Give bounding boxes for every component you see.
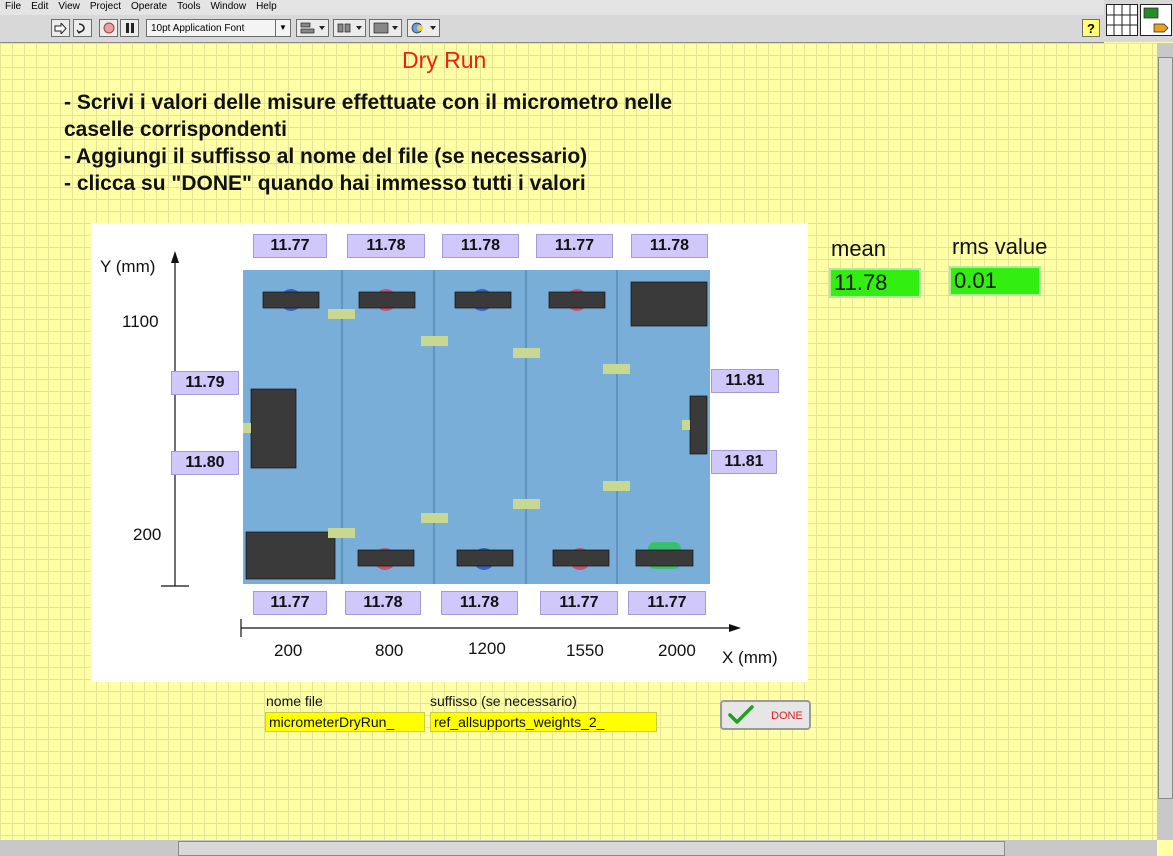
page-title: Dry Run (402, 47, 487, 73)
measure-bottom-4[interactable]: 11.77 (540, 591, 618, 615)
y-tick-200: 200 (133, 525, 162, 544)
resize-objects-icon[interactable] (369, 19, 402, 37)
measure-top-3[interactable]: 11.78 (442, 234, 519, 258)
instruction-line-1: - Scrivi i valori delle misure effettuat… (64, 91, 673, 114)
measure-top-2[interactable]: 11.78 (347, 234, 425, 258)
x-tick-2000: 2000 (658, 641, 696, 660)
connector-pane-icon[interactable] (1106, 4, 1138, 36)
measure-top-1[interactable]: 11.77 (253, 234, 327, 258)
measure-bottom-5[interactable]: 11.77 (628, 591, 706, 615)
vi-icon[interactable] (1140, 4, 1172, 36)
measure-bottom-3[interactable]: 11.78 (441, 591, 518, 615)
x-axis-label: X (mm) (722, 648, 778, 667)
run-arrow-icon[interactable] (51, 19, 70, 37)
instruction-line-3: - Aggiungi il suffisso al nome del file … (64, 145, 588, 168)
vertical-scroll-thumb[interactable] (1158, 57, 1173, 799)
reorder-icon[interactable] (407, 19, 440, 37)
done-button-label: DONE (771, 710, 803, 722)
distribute-objects-icon[interactable] (333, 19, 366, 37)
pause-icon[interactable] (120, 19, 139, 37)
abort-icon[interactable] (99, 19, 118, 37)
done-button[interactable]: DONE (720, 700, 811, 730)
mean-label: mean (831, 236, 887, 261)
measure-right-2[interactable]: 11.81 (711, 450, 777, 474)
instruction-line-4: - clicca su "DONE" quando hai immesso tu… (64, 172, 586, 195)
horizontal-scrollbar[interactable] (0, 840, 1157, 856)
rms-indicator: 0.01 (949, 266, 1041, 296)
menu-window[interactable]: Window (205, 0, 251, 14)
menu-project[interactable]: Project (85, 0, 126, 14)
measure-bottom-1[interactable]: 11.77 (253, 591, 327, 615)
menu-operate[interactable]: Operate (126, 0, 172, 14)
measure-left-2[interactable]: 11.80 (171, 451, 239, 475)
y-tick-1100: 1100 (122, 312, 159, 331)
suffix-input[interactable]: ref_allsupports_weights_2_ (430, 712, 657, 732)
mean-indicator: 11.78 (829, 268, 921, 298)
x-tick-800: 800 (375, 641, 404, 660)
context-help-button[interactable]: ? (1082, 19, 1100, 37)
measure-left-1[interactable]: 11.79 (171, 371, 239, 395)
run-continuously-icon[interactable] (73, 19, 92, 37)
menu-help[interactable]: Help (251, 0, 282, 14)
measure-top-5[interactable]: 11.78 (631, 234, 708, 258)
file-name-input[interactable]: micrometerDryRun_ (265, 712, 425, 732)
help-icon: ? (1087, 20, 1095, 36)
y-axis-label: Y (mm) (100, 257, 156, 276)
layout-diagram: Y (mm) X (mm) 1100 200 200 800 1200 1550… (91, 223, 808, 682)
measure-right-1[interactable]: 11.81 (711, 369, 779, 393)
menu-bar: File Edit View Project Operate Tools Window Hel… (0, 0, 1104, 15)
x-tick-1200: 1200 (468, 639, 506, 658)
vertical-scrollbar[interactable] (1157, 43, 1173, 840)
measure-top-4[interactable]: 11.77 (536, 234, 613, 258)
measure-bottom-2[interactable]: 11.78 (345, 591, 421, 615)
align-objects-icon[interactable] (296, 19, 329, 37)
instruction-line-2: caselle corrispondenti (64, 118, 287, 141)
rms-label: rms value (952, 234, 1048, 259)
menu-file[interactable]: File (0, 0, 26, 14)
toolbar: 10pt Application Font ▼ ? (0, 15, 1104, 43)
font-select-value: 10pt Application Font (151, 22, 245, 34)
menu-edit[interactable]: Edit (26, 0, 53, 14)
menu-tools[interactable]: Tools (172, 0, 205, 14)
x-tick-200: 200 (274, 641, 303, 660)
checkmark-icon (728, 705, 754, 724)
suffix-label: suffisso (se necessario) (430, 693, 577, 709)
horizontal-scroll-thumb[interactable] (178, 841, 1005, 856)
font-select[interactable]: 10pt Application Font ▼ (146, 19, 291, 37)
chevron-down-icon: ▼ (275, 20, 290, 36)
front-panel: Dry Run - Scrivi i valori delle misure e… (0, 43, 1157, 840)
x-tick-1550: 1550 (566, 641, 604, 660)
file-name-label: nome file (266, 693, 323, 709)
window-corner (1104, 0, 1173, 42)
menu-view[interactable]: View (53, 0, 85, 14)
